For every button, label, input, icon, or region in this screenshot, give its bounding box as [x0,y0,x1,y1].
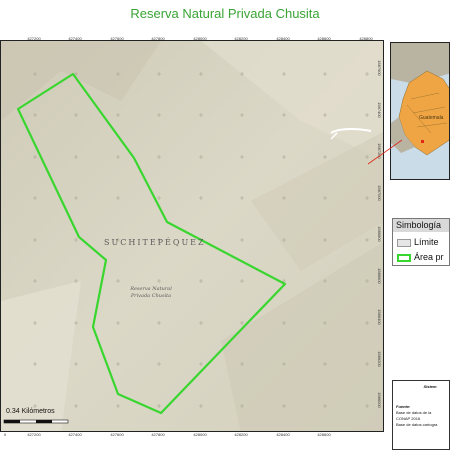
bottom-coordinate-ticks: 0 427200 427400 427600 427800 428000 428… [0,432,384,440]
bottom-tick: 427800 [151,432,165,437]
locator-line [367,139,403,165]
source-panel: Sistem Fuente: Base de datos de la CONAP… [392,380,450,450]
bottom-tick: 428400 [276,432,290,437]
source-line: Base de datos cartogra [396,422,438,427]
bottom-tick: 427600 [110,432,124,437]
legend-item-limit: Límite [397,237,439,247]
legend-item-area: Área pr [397,252,444,262]
right-coordinate-ticks: 1587600 1587400 1587200 1587000 1586800 … [376,40,384,432]
legend-label: Área pr [414,252,444,262]
bottom-tick: 428200 [234,432,248,437]
bottom-tick: 428600 [317,432,331,437]
scale-bar-segment [4,420,20,423]
bottom-tick: 428000 [193,432,207,437]
scale-label: 0.34 Kilómetros [6,408,55,415]
locator-connector [330,118,390,218]
bottom-tick: 427200 [27,432,41,437]
legend-label: Límite [414,237,439,247]
reserve-label: Reserva Natural Privada Chusita [130,286,172,299]
legend-title: Simbología [393,219,449,232]
inset-region-label: Guatemala [419,115,444,121]
terrain-layer [1,41,383,431]
location-marker-icon [421,140,424,143]
right-tick: 1586800 [377,226,382,242]
scale-bar-segment [36,420,52,423]
right-tick: 1586600 [377,268,382,284]
locator-line-segment [367,139,403,165]
source-title: Sistem [423,384,437,389]
bottom-tick: 0 [3,432,7,437]
right-tick: 1586400 [377,309,382,325]
right-tick: 1586200 [377,351,382,367]
legend: Simbología Límite Área pr [392,218,450,266]
bottom-tick: 427400 [68,432,82,437]
department-label: SUCHITEPÉQUEZ [104,238,206,247]
map-title: Reserva Natural Privada Chusita [130,6,320,21]
legend-swatch-limit [397,238,411,247]
right-tick: 1587600 [377,60,382,76]
right-tick: 1586000 [377,392,382,408]
right-tick: 1587400 [377,102,382,118]
main-map[interactable] [0,40,384,432]
legend-swatch-area [397,253,411,262]
